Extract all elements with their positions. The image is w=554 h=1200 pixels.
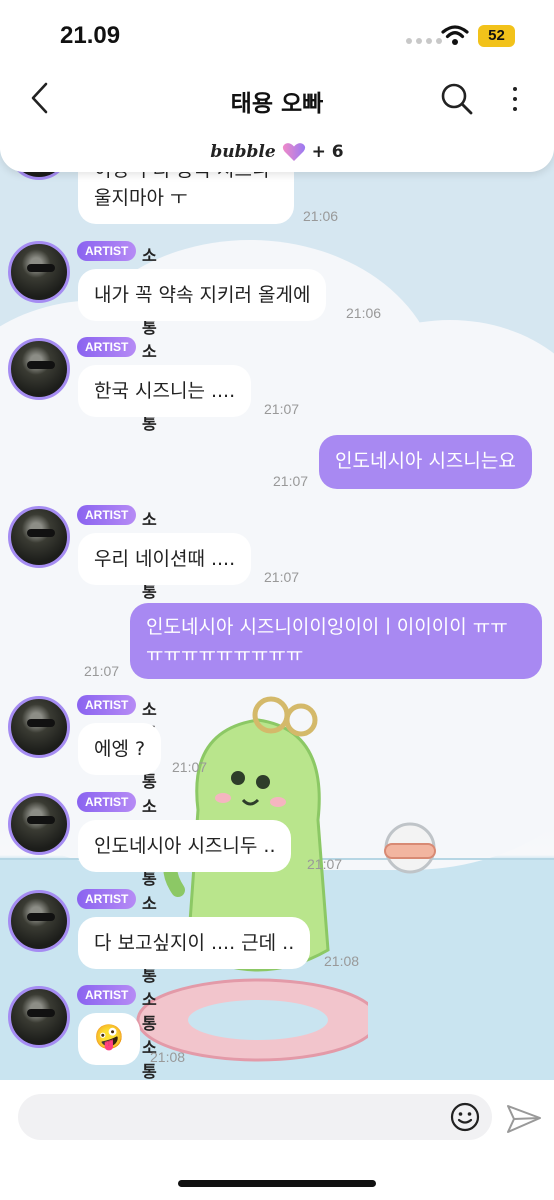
message-text: 울지마아 ㅜ bbox=[94, 187, 188, 209]
bubble-logo: bubble bbox=[210, 142, 276, 162]
home-indicator bbox=[178, 1180, 376, 1187]
message-time: 21:06 bbox=[303, 208, 339, 224]
emoji-button[interactable] bbox=[450, 1102, 480, 1132]
artist-badge: ARTIST bbox=[77, 241, 137, 261]
artist-badge: ARTIST bbox=[77, 695, 137, 715]
avatar[interactable] bbox=[8, 241, 70, 303]
message-time: 21:07 bbox=[307, 856, 343, 872]
message-time: 21:06 bbox=[346, 305, 382, 321]
message-text: ㅠㅠㅠㅠㅠㅠㅠㅠㅠ bbox=[146, 644, 304, 666]
member-count: + 6 bbox=[311, 142, 344, 162]
search-button[interactable] bbox=[440, 82, 474, 116]
avatar[interactable] bbox=[8, 793, 70, 855]
message-time: 21:07 bbox=[172, 759, 208, 775]
message-bubble[interactable]: 다 보고싶지이 .... 근데 .. bbox=[78, 917, 311, 969]
status-bar: 21.09 52 bbox=[0, 0, 554, 70]
chat-message-list[interactable]: 이잉 우리 중국 시즈니 울지마아 ㅜ 21:06 ARTIST 소통소통 내가… bbox=[0, 150, 554, 1080]
bubble-subscription-row[interactable]: bubble + 6 bbox=[0, 142, 554, 162]
chat-header: 태용 오빠 bubble + 6 bbox=[0, 70, 554, 172]
avatar[interactable] bbox=[8, 506, 70, 568]
message-bubble[interactable]: 우리 네이션때 .... bbox=[78, 533, 252, 585]
composer-bar bbox=[0, 1080, 554, 1200]
artist-badge: ARTIST bbox=[77, 985, 137, 1005]
frog-sticker bbox=[136, 696, 368, 1062]
message-time: 21:07 bbox=[264, 401, 300, 417]
message-bubble[interactable]: 한국 시즈니는 .... bbox=[78, 365, 252, 417]
wifi-icon bbox=[441, 24, 469, 50]
message-text: 인도네시아 시즈니이이잉이이ㅣ이이이이 ㅠㅠ bbox=[146, 616, 508, 638]
avatar[interactable] bbox=[8, 890, 70, 952]
message-bubble[interactable]: 내가 꼭 약속 지키러 올게에 bbox=[78, 269, 327, 321]
sender-name: 소통소통 bbox=[142, 990, 157, 1080]
message-input[interactable] bbox=[18, 1094, 492, 1140]
more-vertical-icon bbox=[513, 87, 517, 91]
avatar[interactable] bbox=[8, 986, 70, 1048]
status-time: 21.09 bbox=[60, 22, 121, 49]
message-time: 21:08 bbox=[324, 953, 360, 969]
message-time: 21:07 bbox=[264, 569, 300, 585]
message-time: 21:08 bbox=[150, 1049, 186, 1065]
send-icon bbox=[507, 1105, 541, 1133]
message-bubble[interactable]: 인도네시아 시즈니두 .. bbox=[78, 820, 292, 872]
artist-badge: ARTIST bbox=[77, 889, 137, 909]
smiley-icon bbox=[450, 1102, 480, 1132]
helmet-sticker bbox=[384, 822, 436, 874]
message-bubble[interactable]: 에엥 ? bbox=[78, 723, 162, 775]
send-button[interactable] bbox=[505, 1102, 543, 1136]
artist-badge: ARTIST bbox=[77, 792, 137, 812]
message-time: 21:07 bbox=[273, 473, 309, 489]
message-bubble[interactable]: 🤪 bbox=[78, 1013, 140, 1065]
avatar[interactable] bbox=[8, 338, 70, 400]
message-bubble[interactable]: 인도네시아 시즈니이이잉이이ㅣ이이이이 ㅠㅠ ㅠㅠㅠㅠㅠㅠㅠㅠㅠ bbox=[130, 603, 542, 679]
more-options-button[interactable] bbox=[505, 82, 525, 116]
artist-badge: ARTIST bbox=[77, 505, 137, 525]
message-bubble[interactable]: 인도네시아 시즈니는요 bbox=[319, 435, 532, 489]
artist-badge: ARTIST bbox=[77, 337, 137, 357]
avatar[interactable] bbox=[8, 696, 70, 758]
search-icon bbox=[441, 83, 473, 115]
heart-icon bbox=[282, 143, 305, 161]
battery-indicator: 52 bbox=[478, 25, 515, 47]
cellular-signal-icon bbox=[406, 38, 442, 44]
message-time: 21:07 bbox=[84, 663, 120, 679]
